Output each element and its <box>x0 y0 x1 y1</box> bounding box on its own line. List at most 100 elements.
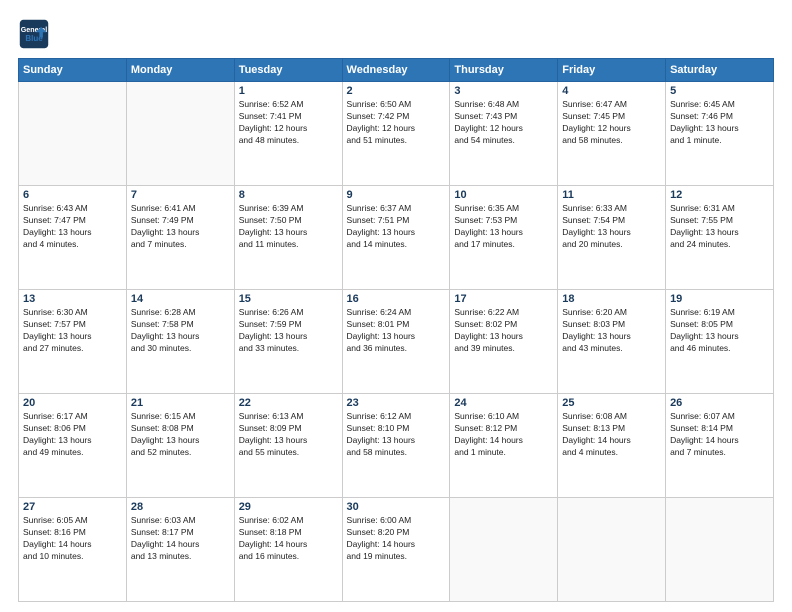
day-info: Sunrise: 6:41 AM Sunset: 7:49 PM Dayligh… <box>131 203 230 251</box>
day-info: Sunrise: 6:52 AM Sunset: 7:41 PM Dayligh… <box>239 99 338 147</box>
day-info: Sunrise: 6:08 AM Sunset: 8:13 PM Dayligh… <box>562 411 661 459</box>
weekday-header-saturday: Saturday <box>666 59 774 82</box>
calendar-cell: 29 Sunrise: 6:02 AM Sunset: 8:18 PM Dayli… <box>234 498 342 602</box>
calendar-cell: 13 Sunrise: 6:30 AM Sunset: 7:57 PM Dayli… <box>19 290 127 394</box>
day-info: Sunrise: 6:15 AM Sunset: 8:08 PM Dayligh… <box>131 411 230 459</box>
day-info: Sunrise: 6:05 AM Sunset: 8:16 PM Dayligh… <box>23 515 122 563</box>
day-info: Sunrise: 6:19 AM Sunset: 8:05 PM Dayligh… <box>670 307 769 355</box>
day-info: Sunrise: 6:47 AM Sunset: 7:45 PM Dayligh… <box>562 99 661 147</box>
day-info: Sunrise: 6:03 AM Sunset: 8:17 PM Dayligh… <box>131 515 230 563</box>
calendar-cell: 9 Sunrise: 6:37 AM Sunset: 7:51 PM Daylig… <box>342 186 450 290</box>
logo-icon: General Blue <box>18 18 50 50</box>
day-number: 25 <box>562 397 661 409</box>
calendar-cell: 5 Sunrise: 6:45 AM Sunset: 7:46 PM Daylig… <box>666 82 774 186</box>
weekday-header-sunday: Sunday <box>19 59 127 82</box>
weekday-header-tuesday: Tuesday <box>234 59 342 82</box>
day-number: 7 <box>131 189 230 201</box>
day-info: Sunrise: 6:24 AM Sunset: 8:01 PM Dayligh… <box>347 307 446 355</box>
calendar-cell <box>558 498 666 602</box>
day-number: 13 <box>23 293 122 305</box>
day-info: Sunrise: 6:20 AM Sunset: 8:03 PM Dayligh… <box>562 307 661 355</box>
weekday-header-friday: Friday <box>558 59 666 82</box>
calendar-cell: 30 Sunrise: 6:00 AM Sunset: 8:20 PM Dayli… <box>342 498 450 602</box>
day-number: 10 <box>454 189 553 201</box>
page: General Blue SundayMondayTuesdayWednesda… <box>0 0 792 612</box>
day-info: Sunrise: 6:50 AM Sunset: 7:42 PM Dayligh… <box>347 99 446 147</box>
day-number: 20 <box>23 397 122 409</box>
day-number: 15 <box>239 293 338 305</box>
calendar-cell: 20 Sunrise: 6:17 AM Sunset: 8:06 PM Dayli… <box>19 394 127 498</box>
calendar-cell: 17 Sunrise: 6:22 AM Sunset: 8:02 PM Dayli… <box>450 290 558 394</box>
day-number: 26 <box>670 397 769 409</box>
calendar-cell: 7 Sunrise: 6:41 AM Sunset: 7:49 PM Daylig… <box>126 186 234 290</box>
weekday-header-row: SundayMondayTuesdayWednesdayThursdayFrid… <box>19 59 774 82</box>
calendar-cell: 24Sunrise: 6:10 AM Sunset: 8:12 PM Dayli… <box>450 394 558 498</box>
weekday-header-monday: Monday <box>126 59 234 82</box>
day-info: Sunrise: 6:17 AM Sunset: 8:06 PM Dayligh… <box>23 411 122 459</box>
day-info: Sunrise: 6:45 AM Sunset: 7:46 PM Dayligh… <box>670 99 769 147</box>
calendar-week-row: 6 Sunrise: 6:43 AM Sunset: 7:47 PM Daylig… <box>19 186 774 290</box>
day-info: Sunrise: 6:39 AM Sunset: 7:50 PM Dayligh… <box>239 203 338 251</box>
day-info: Sunrise: 6:13 AM Sunset: 8:09 PM Dayligh… <box>239 411 338 459</box>
day-info: Sunrise: 6:33 AM Sunset: 7:54 PM Dayligh… <box>562 203 661 251</box>
calendar-cell: 26Sunrise: 6:07 AM Sunset: 8:14 PM Dayli… <box>666 394 774 498</box>
calendar-cell: 1 Sunrise: 6:52 AM Sunset: 7:41 PM Daylig… <box>234 82 342 186</box>
day-number: 11 <box>562 189 661 201</box>
calendar-cell <box>666 498 774 602</box>
calendar-week-row: 1 Sunrise: 6:52 AM Sunset: 7:41 PM Daylig… <box>19 82 774 186</box>
day-info: Sunrise: 6:48 AM Sunset: 7:43 PM Dayligh… <box>454 99 553 147</box>
day-number: 6 <box>23 189 122 201</box>
day-info: Sunrise: 6:22 AM Sunset: 8:02 PM Dayligh… <box>454 307 553 355</box>
day-number: 18 <box>562 293 661 305</box>
day-info: Sunrise: 6:02 AM Sunset: 8:18 PM Dayligh… <box>239 515 338 563</box>
header: General Blue <box>18 18 774 50</box>
day-number: 3 <box>454 85 553 97</box>
day-info: Sunrise: 6:31 AM Sunset: 7:55 PM Dayligh… <box>670 203 769 251</box>
calendar-cell <box>450 498 558 602</box>
day-info: Sunrise: 6:35 AM Sunset: 7:53 PM Dayligh… <box>454 203 553 251</box>
day-info: Sunrise: 6:00 AM Sunset: 8:20 PM Dayligh… <box>347 515 446 563</box>
day-number: 28 <box>131 501 230 513</box>
calendar-cell: 19 Sunrise: 6:19 AM Sunset: 8:05 PM Dayli… <box>666 290 774 394</box>
calendar-cell: 21Sunrise: 6:15 AM Sunset: 8:08 PM Dayli… <box>126 394 234 498</box>
calendar-cell: 3 Sunrise: 6:48 AM Sunset: 7:43 PM Daylig… <box>450 82 558 186</box>
day-number: 30 <box>347 501 446 513</box>
day-info: Sunrise: 6:10 AM Sunset: 8:12 PM Dayligh… <box>454 411 553 459</box>
calendar-cell: 2 Sunrise: 6:50 AM Sunset: 7:42 PM Daylig… <box>342 82 450 186</box>
calendar-cell <box>126 82 234 186</box>
calendar-cell: 18 Sunrise: 6:20 AM Sunset: 8:03 PM Dayli… <box>558 290 666 394</box>
day-info: Sunrise: 6:30 AM Sunset: 7:57 PM Dayligh… <box>23 307 122 355</box>
day-number: 16 <box>347 293 446 305</box>
calendar-cell: 6 Sunrise: 6:43 AM Sunset: 7:47 PM Daylig… <box>19 186 127 290</box>
calendar-cell: 4 Sunrise: 6:47 AM Sunset: 7:45 PM Daylig… <box>558 82 666 186</box>
calendar-cell: 27Sunrise: 6:05 AM Sunset: 8:16 PM Dayli… <box>19 498 127 602</box>
calendar-cell: 22 Sunrise: 6:13 AM Sunset: 8:09 PM Dayli… <box>234 394 342 498</box>
day-number: 9 <box>347 189 446 201</box>
day-number: 5 <box>670 85 769 97</box>
day-info: Sunrise: 6:43 AM Sunset: 7:47 PM Dayligh… <box>23 203 122 251</box>
weekday-header-wednesday: Wednesday <box>342 59 450 82</box>
calendar-cell <box>19 82 127 186</box>
day-number: 17 <box>454 293 553 305</box>
calendar-cell: 25 Sunrise: 6:08 AM Sunset: 8:13 PM Dayli… <box>558 394 666 498</box>
calendar-cell: 16 Sunrise: 6:24 AM Sunset: 8:01 PM Dayli… <box>342 290 450 394</box>
calendar-cell: 15 Sunrise: 6:26 AM Sunset: 7:59 PM Dayli… <box>234 290 342 394</box>
day-number: 1 <box>239 85 338 97</box>
calendar-cell: 23Sunrise: 6:12 AM Sunset: 8:10 PM Dayli… <box>342 394 450 498</box>
day-number: 29 <box>239 501 338 513</box>
calendar-cell: 28 Sunrise: 6:03 AM Sunset: 8:17 PM Dayli… <box>126 498 234 602</box>
day-info: Sunrise: 6:37 AM Sunset: 7:51 PM Dayligh… <box>347 203 446 251</box>
day-number: 2 <box>347 85 446 97</box>
calendar-week-row: 20 Sunrise: 6:17 AM Sunset: 8:06 PM Dayli… <box>19 394 774 498</box>
calendar-cell: 8Sunrise: 6:39 AM Sunset: 7:50 PM Daylig… <box>234 186 342 290</box>
calendar-cell: 12 Sunrise: 6:31 AM Sunset: 7:55 PM Dayli… <box>666 186 774 290</box>
day-info: Sunrise: 6:26 AM Sunset: 7:59 PM Dayligh… <box>239 307 338 355</box>
calendar-cell: 11 Sunrise: 6:33 AM Sunset: 7:54 PM Dayli… <box>558 186 666 290</box>
day-number: 14 <box>131 293 230 305</box>
day-number: 19 <box>670 293 769 305</box>
day-number: 12 <box>670 189 769 201</box>
day-number: 4 <box>562 85 661 97</box>
day-info: Sunrise: 6:28 AM Sunset: 7:58 PM Dayligh… <box>131 307 230 355</box>
day-number: 22 <box>239 397 338 409</box>
calendar-week-row: 27Sunrise: 6:05 AM Sunset: 8:16 PM Dayli… <box>19 498 774 602</box>
